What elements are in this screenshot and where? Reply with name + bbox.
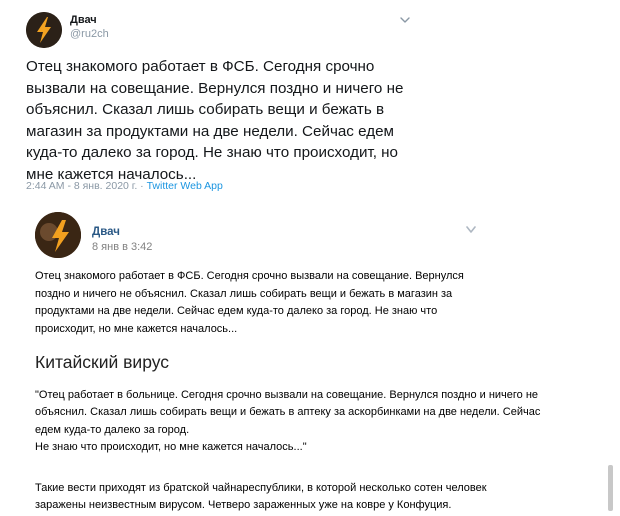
tweet-author-avatar[interactable] xyxy=(26,12,62,48)
quote-line: едем куда-то далеко за город. xyxy=(35,423,190,436)
vk-post-date[interactable]: 8 янв в 3:42 xyxy=(92,241,152,253)
tweet-meta: 2:44 AM - 8 янв. 2020 г. · Twitter Web A… xyxy=(26,180,223,192)
tweet-timestamp[interactable]: 2:44 AM - 8 янв. 2020 г. · xyxy=(26,180,147,192)
tweet-author-name[interactable]: Двач xyxy=(70,14,97,26)
tweet-author-handle[interactable]: @ru2ch xyxy=(70,28,109,40)
vk-author-avatar[interactable] xyxy=(35,212,81,258)
article-body: Такие вести приходят из братской чайнаре… xyxy=(35,480,595,515)
tweet-card: Двач @ru2ch Отец знакомого работает в ФС… xyxy=(0,0,620,206)
chevron-down-icon[interactable] xyxy=(462,226,480,234)
chevron-down-icon[interactable] xyxy=(398,13,412,27)
article-title: Китайский вирус xyxy=(35,352,170,372)
article-quote: "Отец работает в больнице. Сегодня срочн… xyxy=(35,387,595,456)
quote-line: объяснил. Сказал лишь собирать вещи и бе… xyxy=(35,406,541,419)
quote-line: Не знаю что происходит, но мне кажется н… xyxy=(35,440,307,453)
vk-author-name[interactable]: Двач xyxy=(92,226,120,238)
lightning-logo-icon xyxy=(35,212,81,258)
quote-line: "Отец работает в больнице. Сегодня срочн… xyxy=(35,389,539,401)
tweet-source-link[interactable]: Twitter Web App xyxy=(147,180,223,192)
body-line: заражены неизвестным вирусом. Четверо за… xyxy=(35,499,452,512)
scrollbar-thumb[interactable] xyxy=(608,465,613,511)
tweet-text: Отец знакомого работает в ФСБ. Сегодня с… xyxy=(26,58,404,183)
body-line: Такие вести приходят из братской чайнаре… xyxy=(35,482,487,494)
vk-post-text: Отец знакомого работает в ФСБ. Сегодня с… xyxy=(35,270,464,335)
lightning-logo-icon xyxy=(26,12,62,48)
